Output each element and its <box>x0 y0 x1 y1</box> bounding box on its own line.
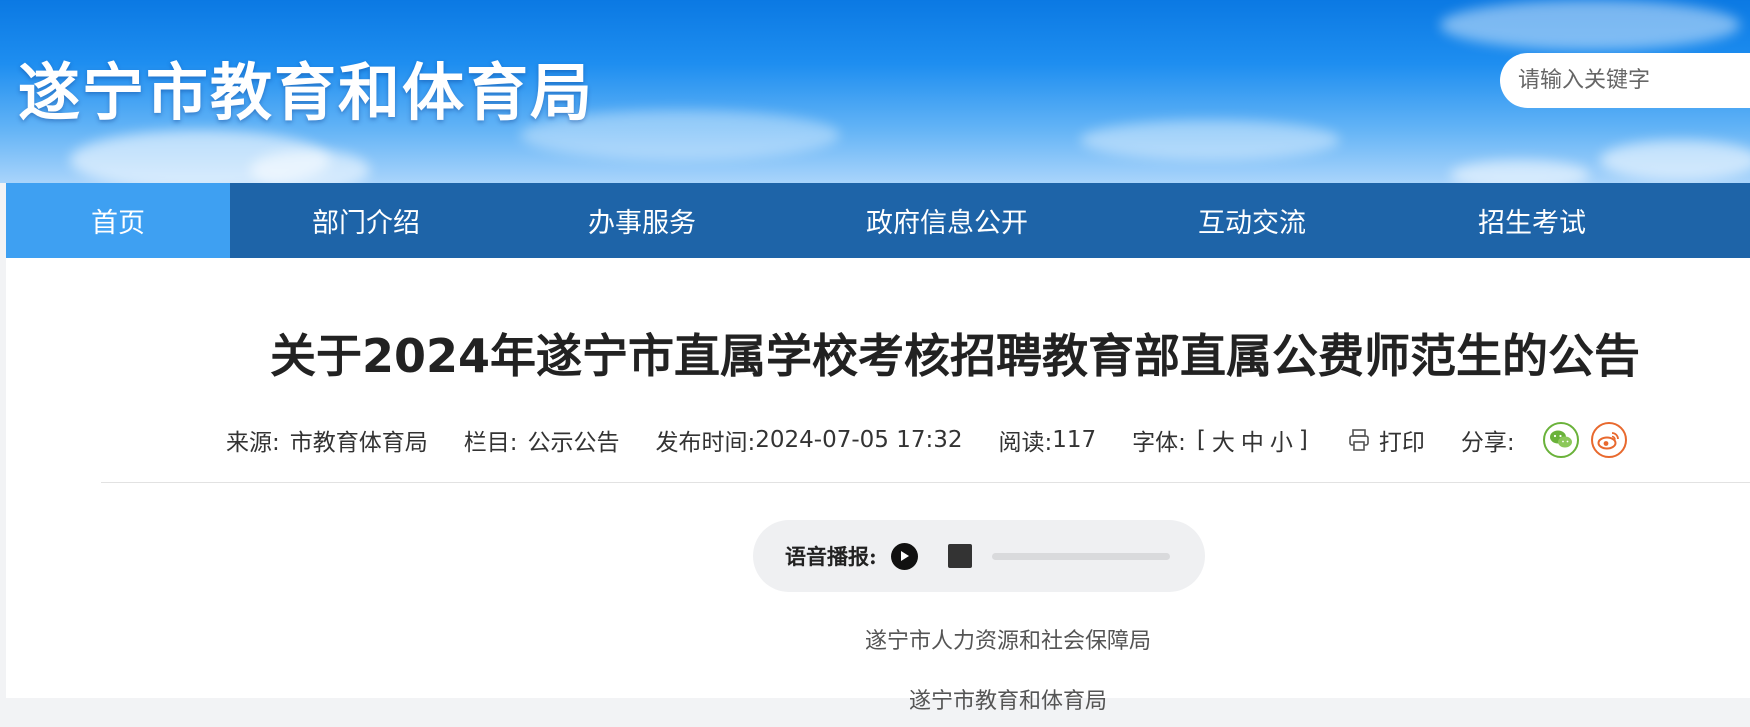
meta-date: 发布时间: 2024-07-05 17:32 <box>656 423 963 457</box>
nav-item-interaction[interactable]: 互动交流 <box>1112 183 1392 258</box>
cloud-decoration <box>250 150 370 183</box>
body-paragraph: 遂宁市教育和体育局 <box>908 689 1107 714</box>
meta-column-value: 公示公告 <box>527 430 620 456</box>
print-label: 打印 <box>1378 430 1425 456</box>
nav-item-gov-info[interactable]: 政府信息公开 <box>782 183 1112 258</box>
cloud-decoration <box>1440 0 1740 50</box>
printer-icon <box>1349 429 1369 451</box>
font-size-large[interactable]: 大 <box>1212 423 1235 457</box>
article-meta: 来源: 市教育体育局 栏目: 公示公告 发布时间: 2024-07-05 17:… <box>226 420 1627 460</box>
font-bracket-open: [ <box>1196 427 1206 453</box>
font-size-switcher: 字体: [ 大 中 小 ] <box>1132 423 1311 457</box>
meta-source-label: 来源: <box>226 430 280 456</box>
meta-font-label: 字体: <box>1132 430 1186 456</box>
search-input[interactable] <box>1500 53 1750 108</box>
weibo-icon <box>1597 432 1619 450</box>
share-group: 分享: <box>1461 422 1627 458</box>
meta-source: 来源: 市教育体育局 <box>226 423 428 457</box>
stop-button[interactable] <box>947 544 972 568</box>
cloud-decoration <box>1450 160 1590 183</box>
meta-reads-value: 117 <box>1052 427 1097 453</box>
font-bracket-close: ] <box>1298 427 1308 453</box>
article-title: 关于2024年遂宁市直属学校考核招聘教育部直属公费师范生的公告 <box>270 329 1641 383</box>
meta-reads: 阅读: 117 <box>999 423 1097 457</box>
share-label: 分享: <box>1460 430 1515 456</box>
wechat-icon <box>1549 430 1572 448</box>
play-button[interactable] <box>890 542 918 570</box>
audio-progress-bar[interactable] <box>991 552 1170 560</box>
font-size-small[interactable]: 小 <box>1270 423 1293 457</box>
meta-column: 栏目: 公示公告 <box>464 423 620 457</box>
meta-date-label: 发布时间: <box>655 430 756 456</box>
audio-player: 语音播报: <box>753 520 1205 592</box>
article-container: 关于2024年遂宁市直属学校考核招聘教育部直属公费师范生的公告 来源: 市教育体… <box>6 258 1750 714</box>
main-nav: 首页 部门介绍 办事服务 政府信息公开 互动交流 招生考试 <box>6 183 1750 258</box>
print-button[interactable]: 打印 <box>1347 423 1425 457</box>
cloud-decoration <box>1080 120 1340 160</box>
meta-date-value: 2024-07-05 17:32 <box>755 427 963 453</box>
cloud-decoration <box>1600 140 1750 180</box>
site-title[interactable]: 遂宁市教育和体育局 <box>18 42 594 132</box>
audio-player-label: 语音播报: <box>785 544 877 569</box>
nav-item-home[interactable]: 首页 <box>6 183 230 258</box>
meta-divider <box>101 482 1750 483</box>
meta-column-label: 栏目: <box>463 430 518 456</box>
nav-item-admissions[interactable]: 招生考试 <box>1392 183 1672 258</box>
meta-reads-label: 阅读: <box>998 430 1053 456</box>
share-wechat-button[interactable] <box>1542 422 1579 458</box>
nav-item-services[interactable]: 办事服务 <box>502 183 782 258</box>
font-size-medium[interactable]: 中 <box>1241 423 1264 457</box>
nav-item-department[interactable]: 部门介绍 <box>230 183 502 258</box>
play-icon <box>901 551 910 561</box>
share-weibo-button[interactable] <box>1590 422 1627 458</box>
site-header: 遂宁市教育和体育局 <box>0 0 1750 183</box>
meta-source-value: 市教育体育局 <box>289 430 428 456</box>
body-paragraph: 遂宁市人力资源和社会保障局 <box>864 629 1151 654</box>
